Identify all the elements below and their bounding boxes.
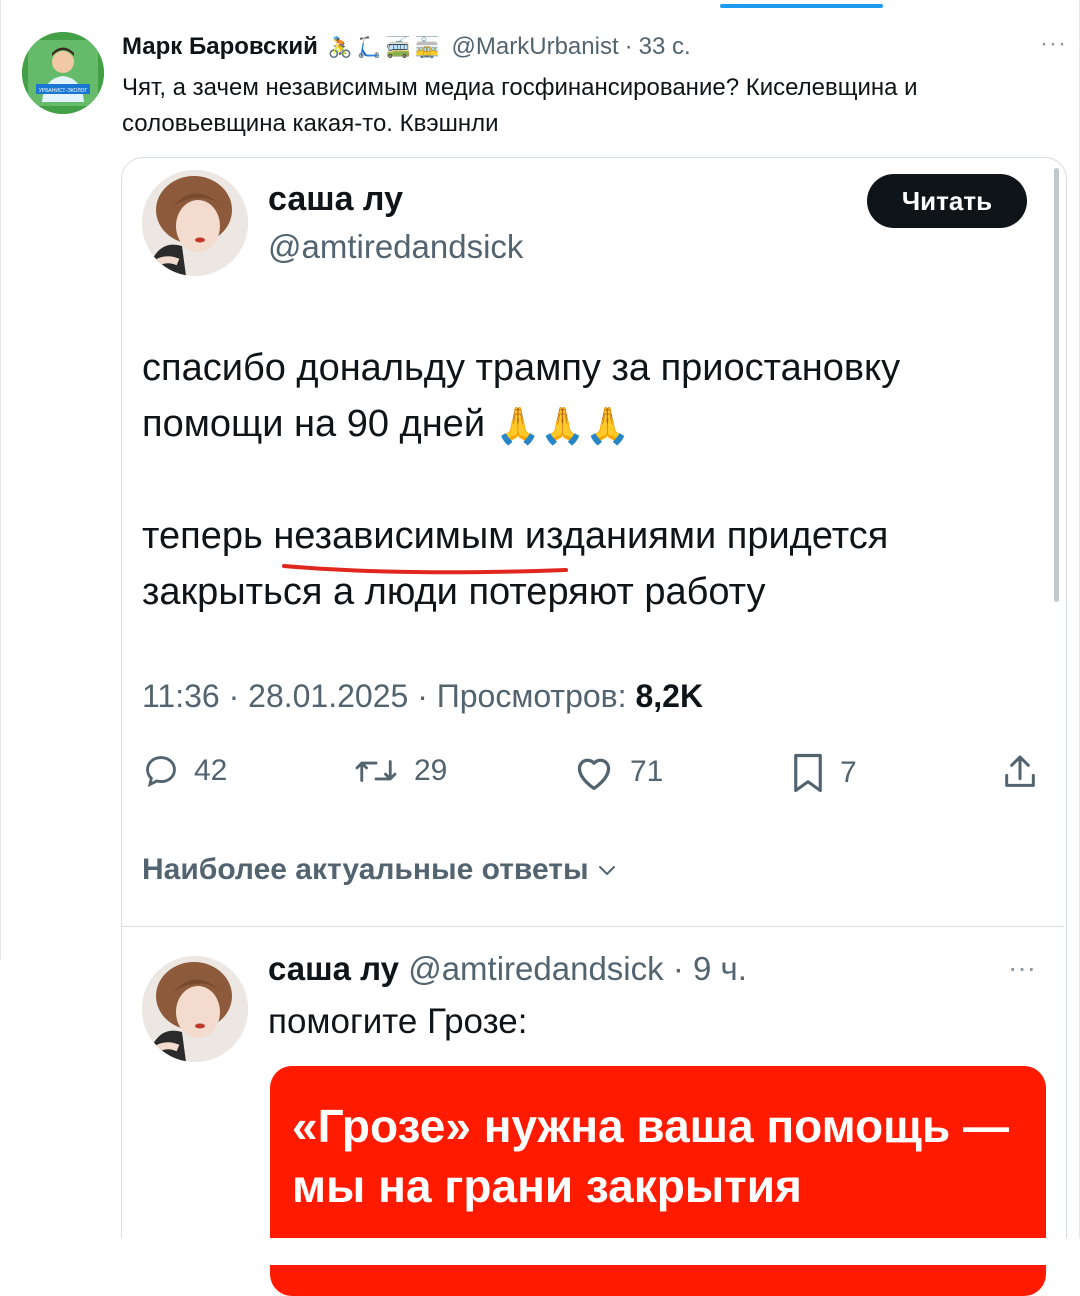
reply-avatar[interactable] bbox=[142, 956, 248, 1062]
follow-button[interactable]: Читать bbox=[867, 174, 1027, 228]
trolleybus-emoji: 🚎 bbox=[385, 36, 411, 59]
replies-sort-label: Наиболее актуальные ответы bbox=[142, 853, 589, 886]
chevron-down-icon bbox=[598, 866, 615, 876]
share-icon bbox=[1005, 755, 1035, 787]
embedded-text-line-3: теперь независимым изданиями придется bbox=[142, 508, 1022, 564]
bike-emoji: 🚴 bbox=[327, 36, 353, 59]
reply-image-text: «Грозе» нужна ваша помощь — мы на грани … bbox=[292, 1100, 1010, 1212]
bookmark-action[interactable]: 7 bbox=[790, 752, 857, 794]
outer-tweet-header: Марк Баровский 🚴 🛴 🚎 🚋 @MarkUrbanist · 3… bbox=[122, 30, 691, 64]
bookmark-count: 7 bbox=[840, 756, 857, 789]
bottom-edge bbox=[0, 1238, 1080, 1265]
reply-time[interactable]: 9 ч. bbox=[693, 950, 747, 987]
replies-sort-dropdown[interactable]: Наиболее актуальные ответы bbox=[142, 853, 619, 887]
like-count: 71 bbox=[630, 755, 664, 788]
like-action[interactable]: 71 bbox=[572, 752, 663, 792]
avatar-badge-text: УРБАНИСТ-ЭКОЛОГ bbox=[39, 88, 88, 94]
embedded-text-line-1: спасибо дональду трампу за приостановку bbox=[142, 347, 901, 389]
author-name[interactable]: Марк Баровский bbox=[122, 33, 318, 61]
more-options-icon[interactable]: ··· bbox=[1040, 30, 1067, 58]
share-action[interactable] bbox=[1000, 752, 1040, 792]
retweet-action[interactable]: 29 bbox=[352, 752, 447, 790]
left-border bbox=[0, 0, 1, 960]
embedded-author-handle[interactable]: @amtiredandsick bbox=[268, 228, 523, 266]
dot-separator: · bbox=[624, 33, 633, 60]
embedded-text-line-3-post: изданиями придется bbox=[514, 515, 889, 557]
embedded-text-line-4: закрыться а люди потеряют работу bbox=[142, 571, 766, 613]
reply-icon bbox=[146, 756, 176, 788]
embedded-text-line-3-pre: теперь bbox=[142, 515, 274, 557]
embedded-avatar[interactable] bbox=[142, 170, 248, 276]
scooter-emoji: 🛴 bbox=[356, 36, 382, 59]
reply-header: саша лу @amtiredandsick · 9 ч. bbox=[268, 950, 747, 988]
bookmark-icon bbox=[794, 753, 822, 793]
scrollbar[interactable] bbox=[1054, 168, 1059, 602]
tram-emoji: 🚋 bbox=[414, 36, 440, 59]
tweet-time[interactable]: 33 с. bbox=[639, 33, 691, 61]
embedded-text-line-2-row: помощи на 90 дней 🙏🙏🙏 bbox=[142, 396, 1022, 454]
avatar[interactable]: УРБАНИСТ-ЭКОЛОГ bbox=[22, 32, 104, 114]
name-emojis: 🚴 🛴 🚎 🚋 bbox=[328, 35, 440, 60]
author-handle[interactable]: @MarkUrbanist bbox=[452, 33, 619, 61]
dot-separator: · bbox=[672, 950, 684, 987]
retweet-count: 29 bbox=[414, 754, 448, 787]
reply-text: помогите Грозе: bbox=[268, 1002, 528, 1041]
reply-more-options-icon[interactable]: ··· bbox=[1008, 952, 1036, 984]
divider bbox=[122, 926, 1064, 927]
retweet-icon bbox=[355, 760, 397, 782]
tweet-timestamp[interactable]: 11:36 · 28.01.2025 · Просмотров: bbox=[142, 678, 635, 714]
highlighted-word: независимым bbox=[273, 515, 515, 557]
reply-author-handle[interactable]: @amtiredandsick bbox=[408, 950, 663, 987]
heart-icon bbox=[577, 758, 611, 790]
embedded-text-line-2: помощи на 90 дней bbox=[142, 403, 486, 445]
tweet-text: Чят, а зачем независимым медиа госфинанс… bbox=[122, 74, 918, 137]
view-count: 8,2K bbox=[635, 678, 704, 714]
reply-action[interactable]: 42 bbox=[142, 752, 227, 790]
reply-count: 42 bbox=[194, 754, 228, 787]
embedded-author-name[interactable]: саша лу bbox=[268, 180, 403, 219]
folded-hands-emoji: 🙏🙏🙏 bbox=[495, 404, 631, 446]
reply-author-name[interactable]: саша лу bbox=[268, 950, 399, 987]
tweet-meta: 11:36 · 28.01.2025 · Просмотров: 8,2K bbox=[142, 678, 703, 715]
scroll-indicator bbox=[720, 4, 883, 8]
